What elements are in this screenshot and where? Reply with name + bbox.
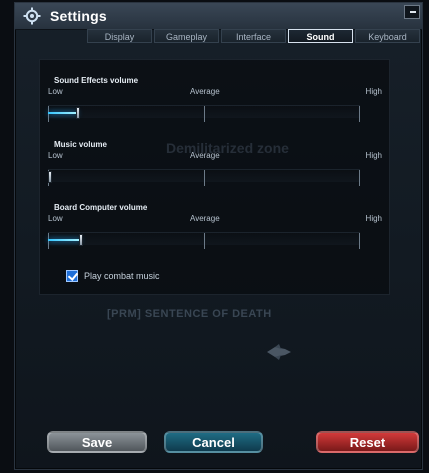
board-computer-volume-slider[interactable] (48, 228, 374, 249)
tab-sound[interactable]: Sound (288, 29, 353, 43)
low-label: Low (48, 151, 63, 160)
board-computer-volume-label: Board Computer volume (54, 203, 148, 212)
slider-thumb[interactable] (78, 234, 83, 246)
window-title: Settings (50, 8, 107, 24)
music-volume-label: Music volume (54, 140, 107, 149)
slider-track[interactable] (48, 105, 360, 122)
slider-tick-average (204, 106, 205, 122)
high-label: High (365, 151, 382, 160)
slider-fill (48, 239, 81, 241)
music-volume-group: Music volume Low Average High (48, 140, 382, 186)
low-label: Low (48, 87, 63, 96)
close-button[interactable] (404, 5, 420, 19)
tab-interface[interactable]: Interface (221, 29, 286, 43)
slider-scale-labels: Low Average High (48, 87, 382, 99)
high-label: High (365, 214, 382, 223)
slider-thumb[interactable] (75, 107, 80, 119)
board-computer-volume-group: Board Computer volume Low Average High (48, 203, 382, 249)
gear-icon (23, 7, 41, 25)
high-label: High (365, 87, 382, 96)
average-label: Average (190, 87, 220, 96)
save-button[interactable]: Save (47, 431, 147, 453)
combat-music-checkbox[interactable] (66, 270, 78, 282)
sound-settings-panel: Demilitarized zone Sound Effects volume … (39, 59, 390, 295)
average-label: Average (190, 151, 220, 160)
slider-scale-labels: Low Average High (48, 151, 382, 163)
low-label: Low (48, 214, 63, 223)
slider-scale-labels: Low Average High (48, 214, 382, 226)
sound-effects-volume-group: Sound Effects volume Low Average High (48, 76, 382, 122)
slider-tick-high (359, 170, 360, 186)
slider-fill (48, 112, 78, 114)
slider-tick-high (359, 106, 360, 122)
slider-track[interactable] (48, 169, 360, 186)
average-label: Average (190, 214, 220, 223)
slider-thumb[interactable] (48, 171, 52, 183)
tab-display[interactable]: Display (87, 29, 152, 43)
reset-button[interactable]: Reset (316, 431, 419, 453)
cancel-button[interactable]: Cancel (164, 431, 263, 453)
title-bar: Settings (15, 3, 422, 30)
tab-keyboard[interactable]: Keyboard (355, 29, 420, 43)
combat-music-label: Play combat music (84, 271, 160, 281)
slider-tick-low (48, 233, 49, 249)
sound-effects-volume-slider[interactable] (48, 101, 374, 122)
settings-tabs: Display Gameplay Interface Sound Keyboar… (87, 29, 420, 43)
slider-tick-high (359, 233, 360, 249)
settings-window: Settings Display Gameplay Interface Soun… (14, 2, 423, 470)
clan-tag-background-text: [PRM] SENTENCE OF DEATH (107, 308, 272, 320)
slider-tick-low (48, 106, 49, 122)
sound-effects-volume-label: Sound Effects volume (54, 76, 139, 85)
slider-tick-average (204, 170, 205, 186)
slider-tick-average (204, 233, 205, 249)
tab-gameplay[interactable]: Gameplay (154, 29, 219, 43)
slider-track[interactable] (48, 232, 360, 249)
combat-music-option[interactable]: Play combat music (66, 270, 160, 282)
music-volume-slider[interactable] (48, 165, 374, 186)
ship-icon (267, 344, 291, 360)
